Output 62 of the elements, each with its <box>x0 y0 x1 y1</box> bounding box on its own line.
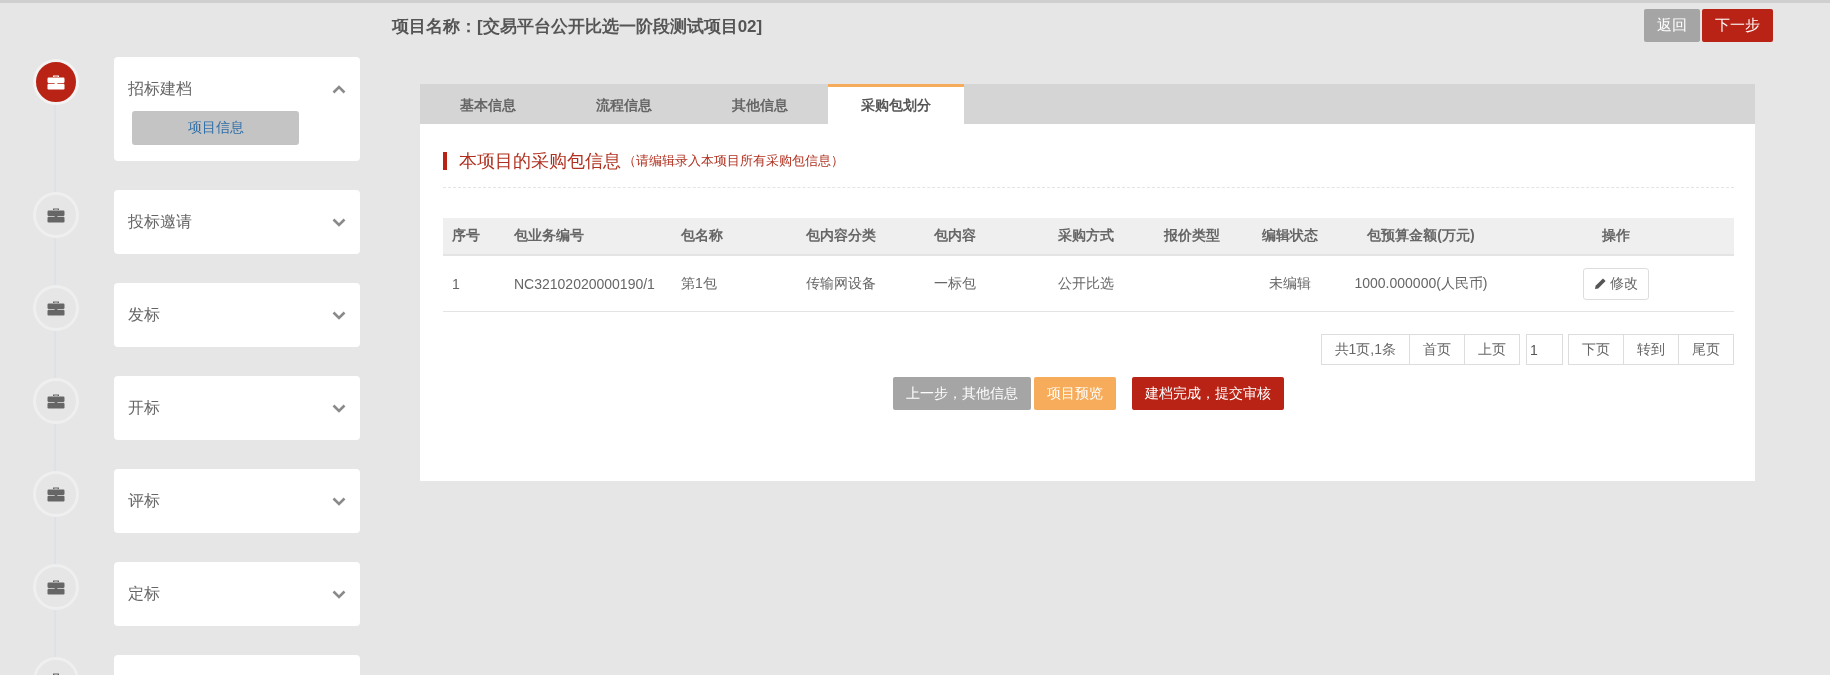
go-to-page-button[interactable]: 转到 <box>1623 334 1679 365</box>
step-card[interactable]: 投标邀请 <box>114 190 360 254</box>
table-cell: 未编辑 <box>1269 274 1311 293</box>
page-summary: 共1页,1条 <box>1320 334 1410 365</box>
column-header: 操作 <box>1601 227 1630 245</box>
column-header: 采购方式 <box>1058 227 1114 245</box>
briefcase-icon <box>47 74 65 90</box>
section-hint: （请编辑录入本项目所有采购包信息） <box>623 151 844 170</box>
column-header: 包名称 <box>681 227 723 245</box>
step-card[interactable]: 定标 <box>114 562 360 626</box>
page-number-field[interactable]: 1 <box>1526 334 1563 365</box>
column-header: 包内容 <box>934 227 976 245</box>
edit-button[interactable]: 修改 <box>1582 267 1649 300</box>
table-cell: 一标包 <box>934 274 976 293</box>
table-cell: 公开比选 <box>1058 274 1114 293</box>
step-title: 发标 <box>128 304 160 325</box>
column-header: 报价类型 <box>1164 227 1220 245</box>
chevron-down-icon[interactable] <box>332 217 346 227</box>
step-card[interactable]: 开标 <box>114 376 360 440</box>
action-button[interactable]: 建档完成，提交审核 <box>1132 377 1284 410</box>
next-page-button[interactable]: 下页 <box>1568 334 1624 365</box>
table-cell: 1000.000000(人民币) <box>1354 274 1488 293</box>
section-title: 本项目的采购包信息 <box>459 149 621 173</box>
chevron-down-icon[interactable] <box>332 589 346 599</box>
step-title: 开标 <box>128 397 160 418</box>
briefcase-icon <box>47 300 65 316</box>
accent-bar <box>443 151 447 170</box>
briefcase-icon <box>47 486 65 502</box>
step-title: 投标邀请 <box>128 211 192 232</box>
first-page-button[interactable]: 首页 <box>1409 334 1465 365</box>
tab[interactable]: 其他信息 <box>692 84 828 124</box>
tab[interactable]: 流程信息 <box>556 84 692 124</box>
table-cell: 传输网设备 <box>806 274 876 293</box>
step-card[interactable]: 评标 <box>114 469 360 533</box>
chevron-down-icon[interactable] <box>332 310 346 320</box>
table-cell: 1 <box>452 275 460 292</box>
briefcase-icon <box>47 393 65 409</box>
step-title: 招标建档 <box>128 78 192 99</box>
previous-page-button[interactable]: 上页 <box>1464 334 1520 365</box>
step-card[interactable]: 发标 <box>114 283 360 347</box>
column-header: 编辑状态 <box>1262 227 1318 245</box>
step-subitem[interactable]: 项目信息 <box>132 111 299 145</box>
tab[interactable]: 基本信息 <box>420 84 556 124</box>
briefcase-icon <box>47 579 65 595</box>
pencil-icon <box>1593 277 1607 290</box>
column-header: 包内容分类 <box>806 227 876 245</box>
chevron-down-icon[interactable] <box>332 496 346 506</box>
step-title: 定标 <box>128 583 160 604</box>
column-header: 包业务编号 <box>514 227 584 245</box>
chevron-up-icon[interactable] <box>332 84 346 94</box>
table-cell: NC32102020000190/1 <box>514 275 655 292</box>
tab[interactable]: 采购包划分 <box>828 84 964 124</box>
table-cell: 第1包 <box>681 274 717 293</box>
column-header: 序号 <box>452 227 480 245</box>
column-header: 包预算金额(万元) <box>1367 227 1475 245</box>
briefcase-icon <box>47 207 65 223</box>
header-button[interactable]: 下一步 <box>1702 9 1773 42</box>
step-title: 评标 <box>128 490 160 511</box>
chevron-down-icon[interactable] <box>332 403 346 413</box>
project-title: 项目名称：[交易平台公开比选一阶段测试项目02] <box>392 16 763 38</box>
last-page-button[interactable]: 尾页 <box>1678 334 1734 365</box>
step-card[interactable]: 招标建档 项目信息 <box>114 57 360 161</box>
